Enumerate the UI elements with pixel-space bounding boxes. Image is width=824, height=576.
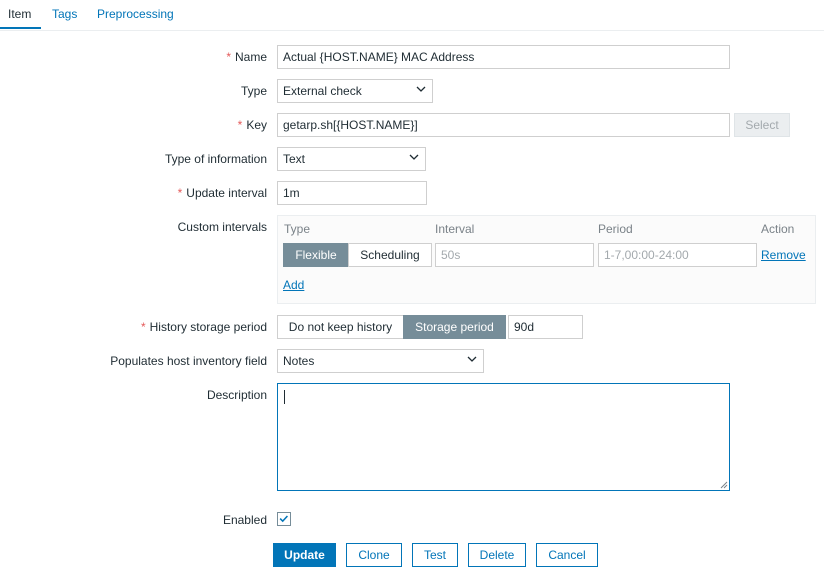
delete-button[interactable]: Delete: [468, 543, 526, 567]
inventory-field-value: Notes: [283, 354, 315, 368]
description-label: Description: [207, 383, 267, 407]
key-select-button[interactable]: Select: [734, 113, 790, 137]
custom-intervals-label: Custom intervals: [178, 215, 267, 239]
tab-tags[interactable]: Tags: [52, 7, 77, 30]
key-label: * Key: [238, 113, 267, 137]
tab-bar: Item Tags Preprocessing: [0, 0, 824, 31]
required-marker: *: [237, 118, 243, 132]
text-caret: [284, 390, 285, 404]
do-not-keep-history-toggle[interactable]: Do not keep history: [277, 315, 404, 339]
column-header-interval: Interval: [435, 222, 475, 236]
type-of-information-value: Text: [283, 152, 306, 166]
scheduling-toggle[interactable]: Scheduling: [348, 243, 432, 267]
period-input[interactable]: 1-7,00:00-24:00: [598, 243, 757, 267]
custom-intervals-table: Type Interval Period Action Flexible Sch…: [277, 215, 816, 304]
tab-preprocessing[interactable]: Preprocessing: [97, 7, 174, 30]
history-storage-label-text: History storage period: [149, 320, 267, 334]
name-input[interactable]: Actual {HOST.NAME} MAC Address: [277, 45, 730, 69]
history-storage-label: * History storage period: [141, 315, 267, 339]
inventory-field-label: Populates host inventory field: [110, 349, 267, 373]
type-select-value: External check: [283, 84, 362, 98]
type-of-information-label: Type of information: [165, 147, 267, 171]
remove-interval-link[interactable]: Remove: [761, 248, 806, 262]
name-label: * Name: [226, 45, 267, 69]
storage-period-toggle[interactable]: Storage period: [403, 315, 506, 339]
update-interval-label: * Update interval: [178, 181, 267, 205]
history-period-input[interactable]: 90d: [508, 315, 583, 339]
key-label-text: Key: [246, 118, 267, 132]
column-header-type: Type: [284, 222, 311, 236]
column-header-action: Action: [761, 222, 795, 236]
cancel-button[interactable]: Cancel: [536, 543, 598, 567]
required-marker: *: [140, 320, 146, 334]
enabled-label-text: Enabled: [222, 513, 267, 527]
column-header-period: Period: [598, 222, 633, 236]
custom-intervals-label-text: Custom intervals: [177, 220, 267, 234]
inventory-field-select[interactable]: Notes: [277, 349, 484, 373]
type-of-information-select[interactable]: Text: [277, 147, 426, 171]
required-marker: *: [226, 50, 231, 64]
key-input[interactable]: getarp.sh[{HOST.NAME}]: [277, 113, 730, 137]
update-interval-input[interactable]: 1m: [277, 181, 427, 205]
chevron-down-icon: [409, 154, 419, 160]
chevron-down-icon: [416, 86, 426, 92]
description-label-text: Description: [206, 388, 267, 402]
inventory-field-label-text: Populates host inventory field: [110, 354, 267, 368]
enabled-checkbox[interactable]: [277, 512, 291, 526]
type-label-text: Type: [240, 84, 267, 98]
add-interval-link[interactable]: Add: [283, 278, 304, 292]
update-interval-label-text: Update interval: [186, 186, 267, 200]
type-label: Type: [241, 79, 267, 103]
update-button[interactable]: Update: [273, 543, 336, 567]
interval-input[interactable]: 50s: [435, 243, 594, 267]
type-select[interactable]: External check: [277, 79, 433, 103]
chevron-down-icon: [467, 356, 477, 362]
required-marker: *: [177, 186, 183, 200]
test-button[interactable]: Test: [412, 543, 458, 567]
checkmark-icon: [279, 515, 288, 523]
type-of-information-label-text: Type of information: [164, 152, 267, 166]
enabled-label: Enabled: [223, 508, 267, 532]
flexible-toggle[interactable]: Flexible: [283, 243, 349, 267]
name-label-text: Name: [234, 50, 267, 64]
active-tab-indicator: [0, 27, 41, 29]
resize-grip-icon[interactable]: [720, 481, 728, 489]
clone-button[interactable]: Clone: [346, 543, 402, 567]
description-textarea[interactable]: [277, 383, 730, 491]
